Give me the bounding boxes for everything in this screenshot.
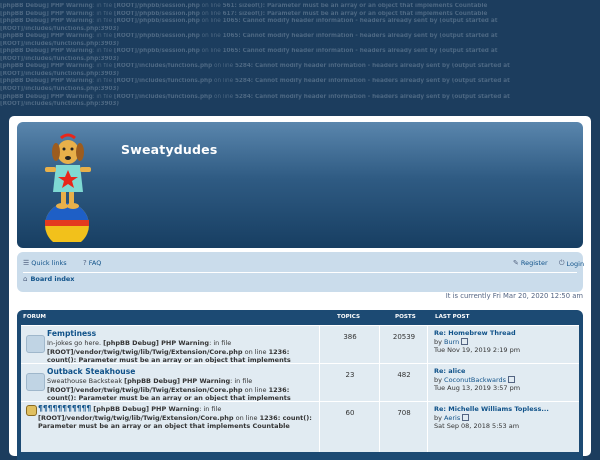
warning-line: [phpBB Debug] PHP Warning: in file [ROOT… bbox=[0, 48, 498, 55]
faq-label: FAQ bbox=[88, 259, 102, 267]
board-index-link[interactable]: Board index bbox=[30, 275, 74, 283]
power-icon: ⏻ bbox=[559, 259, 565, 267]
login-link[interactable]: ⏻ Login bbox=[559, 259, 584, 268]
help-icon: ? bbox=[83, 259, 87, 267]
topics-count: 23 bbox=[345, 371, 355, 379]
forum-title[interactable]: ¶¶¶¶¶¶¶¶¶¶¶ bbox=[38, 404, 91, 413]
warning-line: [phpBB Debug] PHP Warning: in file [ROOT… bbox=[0, 63, 510, 70]
posts-count: 20539 bbox=[392, 333, 416, 341]
navbar-divider bbox=[23, 272, 577, 273]
warning-line: [ROOT]/includes/functions.php:3903) bbox=[0, 86, 119, 93]
posts-cell: 20539 bbox=[379, 326, 428, 363]
view-latest-icon[interactable] bbox=[461, 338, 469, 346]
forum-info: ¶¶¶¶¶¶¶¶¶¶¶ [phpBB Debug] PHP Warning: i… bbox=[21, 402, 319, 452]
forum-row: Outback Steakhouse Sweathouse Backsteak … bbox=[21, 363, 580, 411]
quick-links-label: Quick links bbox=[31, 259, 67, 267]
col-forum: FORUM bbox=[23, 314, 46, 320]
last-post-info: Re: alice by CoconutBackwards Tue Aug 13… bbox=[434, 367, 521, 393]
menu-icon: ☰ bbox=[23, 259, 30, 267]
posts-count: 482 bbox=[397, 371, 411, 379]
warning-line: [ROOT]/includes/functions.php:3903) bbox=[0, 55, 119, 62]
posts-count: 708 bbox=[397, 409, 411, 417]
forum-info: Femptiness In-jokes go here. [phpBB Debu… bbox=[21, 326, 319, 373]
page-wrapper: Sweatydudes ☰ Quick links ? FAQ ✎ Regist… bbox=[9, 116, 591, 460]
site-logo[interactable] bbox=[31, 130, 111, 247]
last-post-author[interactable]: Aeris bbox=[444, 414, 460, 422]
breadcrumb: ⌂ Board index bbox=[23, 275, 75, 283]
warning-line: [ROOT]/includes/functions.php:3903) bbox=[0, 40, 119, 47]
forum-title[interactable]: Outback Steakhouse bbox=[47, 367, 135, 376]
warning-line: [phpBB Debug] PHP Warning: in file [ROOT… bbox=[0, 10, 488, 17]
faq-link[interactable]: ? FAQ bbox=[83, 259, 101, 267]
forum-list: FORUM TOPICS POSTS LAST POST Femptiness … bbox=[17, 310, 583, 460]
topics-cell: 23 bbox=[319, 364, 380, 401]
last-post-info: Re: Michelle Williams Topless... by Aeri… bbox=[434, 405, 549, 431]
warning-line: [phpBB Debug] PHP Warning: in file [ROOT… bbox=[0, 33, 498, 40]
view-latest-icon[interactable] bbox=[462, 414, 470, 422]
navbar-links: ☰ Quick links ? FAQ ✎ Register ⏻ Login bbox=[23, 256, 584, 271]
forum-title[interactable]: Femptiness bbox=[47, 329, 96, 338]
last-post-title[interactable]: Re: alice bbox=[434, 367, 465, 375]
posts-cell: 482 bbox=[379, 364, 428, 401]
forum-info: Outback Steakhouse Sweathouse Backsteak … bbox=[21, 364, 319, 411]
warning-line: [phpBB Debug] PHP Warning: in file [ROOT… bbox=[0, 78, 510, 85]
last-post-cell: Re: alice by CoconutBackwards Tue Aug 13… bbox=[427, 364, 580, 401]
topics-cell: 60 bbox=[319, 402, 380, 452]
register-label: Register bbox=[520, 259, 548, 267]
warning-line: [ROOT]/includes/functions.php:3903) bbox=[0, 25, 119, 32]
forum-row: ¶¶¶¶¶¶¶¶¶¶¶ [phpBB Debug] PHP Warning: i… bbox=[21, 401, 579, 452]
last-post-title[interactable]: Re: Michelle Williams Topless... bbox=[434, 405, 549, 413]
warning-line: [phpBB Debug] PHP Warning: in file [ROOT… bbox=[0, 18, 498, 25]
forum-read-icon bbox=[26, 335, 45, 353]
navbar: ☰ Quick links ? FAQ ✎ Register ⏻ Login ⌂… bbox=[17, 252, 584, 292]
topics-cell: 386 bbox=[319, 326, 380, 363]
last-post-date: Tue Nov 19, 2019 2:19 pm bbox=[434, 346, 521, 355]
current-time: It is currently Fri Mar 20, 2020 12:50 a… bbox=[445, 292, 583, 300]
warning-line: [ROOT]/includes/functions.php:3903) bbox=[0, 70, 119, 77]
col-last-post: LAST POST bbox=[435, 314, 470, 320]
last-post-author[interactable]: CoconutBackwards bbox=[444, 376, 506, 384]
register-link[interactable]: ✎ Register bbox=[513, 259, 548, 267]
debug-warnings: [phpBB Debug] PHP Warning: in file [ROOT… bbox=[0, 3, 598, 109]
quick-links-menu[interactable]: ☰ Quick links bbox=[23, 259, 67, 267]
forum-image-icon bbox=[26, 405, 37, 416]
warning-line: [phpBB Debug] PHP Warning: in file [ROOT… bbox=[0, 3, 488, 9]
topics-count: 60 bbox=[345, 409, 355, 417]
forum-row: Femptiness In-jokes go here. [phpBB Debu… bbox=[21, 325, 580, 373]
last-post-author[interactable]: Burn bbox=[444, 338, 459, 346]
last-post-cell: Re: Homebrew Thread by Burn Tue Nov 19, … bbox=[427, 326, 580, 363]
last-post-cell: Re: Michelle Williams Topless... by Aeri… bbox=[427, 402, 580, 452]
col-posts: POSTS bbox=[395, 314, 416, 320]
site-header: Sweatydudes bbox=[17, 122, 583, 248]
last-post-title[interactable]: Re: Homebrew Thread bbox=[434, 329, 516, 337]
warning-line: [phpBB Debug] PHP Warning: in file [ROOT… bbox=[0, 93, 510, 100]
view-latest-icon[interactable] bbox=[508, 376, 516, 384]
pencil-icon: ✎ bbox=[513, 259, 519, 267]
home-icon: ⌂ bbox=[23, 275, 28, 283]
posts-cell: 708 bbox=[379, 402, 428, 452]
forum-read-icon bbox=[26, 373, 45, 391]
topics-count: 386 bbox=[343, 333, 357, 341]
login-label: Login bbox=[566, 259, 585, 268]
last-post-date: Sat Sep 08, 2018 5:53 am bbox=[434, 422, 520, 431]
col-topics: TOPICS bbox=[337, 314, 360, 320]
last-post-info: Re: Homebrew Thread by Burn Tue Nov 19, … bbox=[434, 329, 521, 355]
warning-line: [ROOT]/includes/functions.php:3903) bbox=[0, 101, 119, 108]
last-post-date: Tue Aug 13, 2019 3:57 pm bbox=[434, 384, 521, 393]
site-name[interactable]: Sweatydudes bbox=[121, 142, 218, 157]
forum-description: ¶¶¶¶¶¶¶¶¶¶¶ [phpBB Debug] PHP Warning: i… bbox=[38, 404, 312, 431]
